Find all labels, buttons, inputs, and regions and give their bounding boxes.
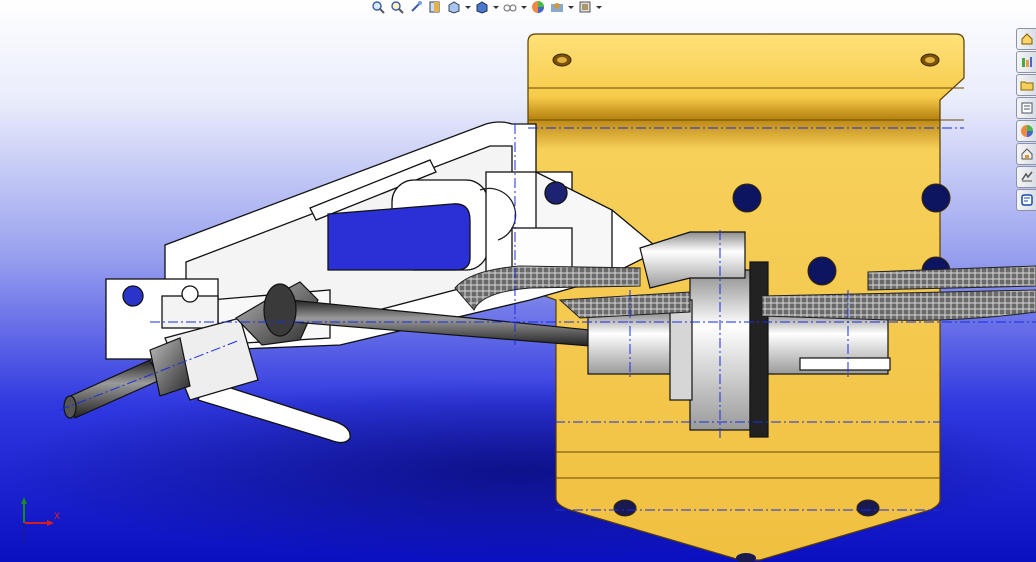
appearances-scenes-icon[interactable] — [1016, 120, 1036, 142]
triad-x-label: X — [54, 512, 61, 522]
zoom-to-area-icon[interactable] — [389, 0, 405, 14]
solidworks-resources-icon[interactable] — [1016, 28, 1036, 50]
toolbox-icon[interactable] — [1016, 166, 1036, 188]
heads-up-view-toolbar — [370, 0, 602, 14]
graphics-viewport[interactable]: X — [0, 0, 1036, 562]
view-orientation-icon[interactable] — [446, 0, 462, 14]
zoom-to-fit-icon[interactable] — [370, 0, 386, 14]
previous-view-icon[interactable] — [408, 0, 424, 14]
display-style-dropdown[interactable] — [493, 0, 499, 14]
triad-axes — [21, 497, 54, 543]
edit-appearance-icon[interactable] — [530, 0, 546, 14]
view-palette-icon[interactable] — [1016, 97, 1036, 119]
apply-scene-icon[interactable] — [549, 0, 565, 14]
task-pane-tabs — [1016, 28, 1036, 211]
view-orientation-dropdown[interactable] — [465, 0, 471, 14]
file-explorer-icon[interactable] — [1016, 74, 1036, 96]
apply-scene-dropdown[interactable] — [568, 0, 574, 14]
display-style-icon[interactable] — [474, 0, 490, 14]
solidworks-forum-icon[interactable] — [1016, 189, 1036, 211]
design-library-icon[interactable] — [1016, 51, 1036, 73]
section-view-icon[interactable] — [427, 0, 443, 14]
assembly-model[interactable] — [0, 0, 1036, 562]
custom-properties-icon[interactable] — [1016, 143, 1036, 165]
hide-show-items-icon[interactable] — [502, 0, 518, 14]
hide-show-items-dropdown[interactable] — [521, 0, 527, 14]
view-settings-icon[interactable] — [577, 0, 593, 14]
reference-triad: X — [14, 497, 74, 547]
view-settings-dropdown[interactable] — [596, 0, 602, 14]
